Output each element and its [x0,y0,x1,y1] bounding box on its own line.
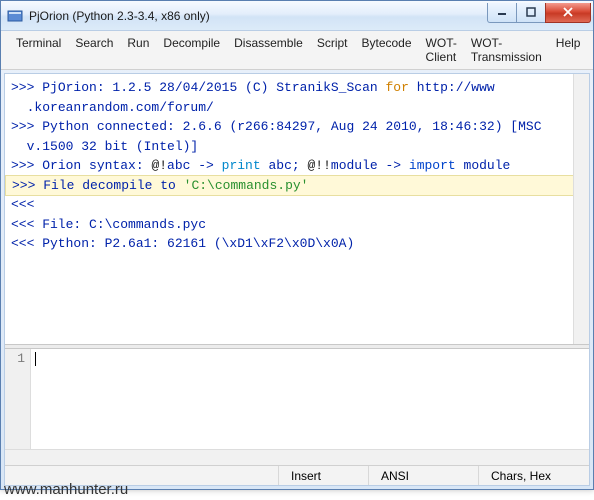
maximize-button[interactable] [516,3,546,23]
line-number: 1 [7,351,25,366]
watermark: www.manhunter.ru [4,481,128,498]
status-insert: Insert [279,466,369,485]
output-line: .koreanrandom.com/forum/ [11,98,583,118]
output-line: <<< [11,195,583,215]
code-input[interactable] [31,349,589,449]
output-line: >>> File decompile to 'C:\commands.py' [5,175,589,197]
status-encoding: ANSI [369,466,479,485]
app-window: PjOrion (Python 2.3-3.4, x86 only) Termi… [0,0,594,490]
menu-decompile[interactable]: Decompile [156,34,227,66]
output-pane[interactable]: >>> PjOrion: 1.2.5 28/04/2015 (C) Strani… [5,74,589,344]
input-pane: 1 [5,349,589,449]
horizontal-scrollbar[interactable] [5,449,589,465]
output-line: >>> Python connected: 2.6.6 (r266:84297,… [11,117,583,137]
output-line: <<< Python: P2.6a1: 62161 (\xD1\xF2\x0D\… [11,234,583,254]
app-icon [7,8,23,24]
minimize-button[interactable] [487,3,517,23]
menu-help[interactable]: Help [549,34,588,66]
menubar: TerminalSearchRunDecompileDisassembleScr… [1,31,593,70]
close-button[interactable] [545,3,591,23]
vertical-scrollbar[interactable] [573,74,589,344]
line-gutter: 1 [5,349,31,449]
menu-terminal[interactable]: Terminal [9,34,68,66]
menu-disassemble[interactable]: Disassemble [227,34,310,66]
caret [35,352,36,366]
output-line: v.1500 32 bit (Intel)] [11,137,583,157]
menu-run[interactable]: Run [120,34,156,66]
titlebar[interactable]: PjOrion (Python 2.3-3.4, x86 only) [1,1,593,31]
status-mode: Chars, Hex [479,466,589,485]
client-area: >>> PjOrion: 1.2.5 28/04/2015 (C) Strani… [4,73,590,486]
output-line: >>> PjOrion: 1.2.5 28/04/2015 (C) Strani… [11,78,583,98]
menu-script[interactable]: Script [310,34,355,66]
menu-search[interactable]: Search [68,34,120,66]
window-title: PjOrion (Python 2.3-3.4, x86 only) [29,9,488,23]
output-line: <<< File: C:\commands.pyc [11,215,583,235]
window-controls [488,3,591,23]
menu-wot-client[interactable]: WOT-Client [419,34,464,66]
output-line: >>> Orion syntax: @!abc -> print abc; @!… [11,156,583,176]
menu-wot-transmission[interactable]: WOT-Transmission [464,34,549,66]
menu-bytecode[interactable]: Bytecode [355,34,419,66]
